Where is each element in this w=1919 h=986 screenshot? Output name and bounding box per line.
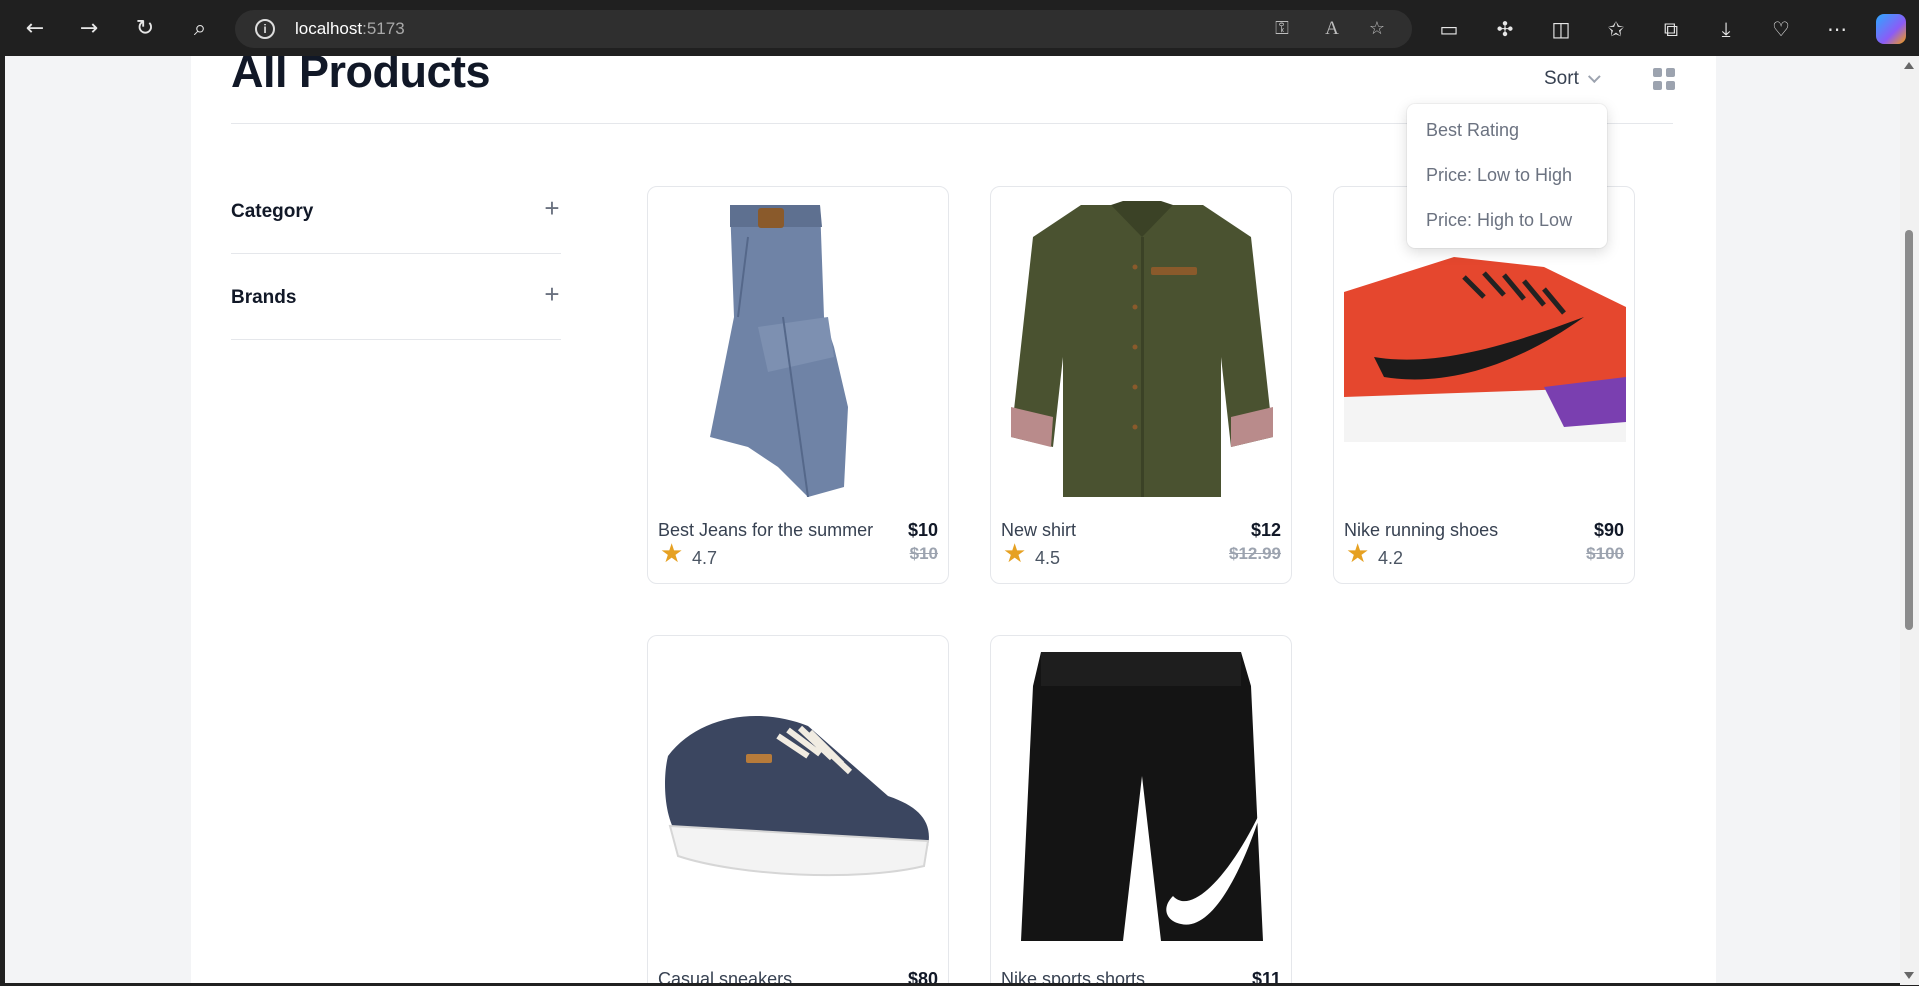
site-info-icon[interactable]: i [255,19,275,39]
scroll-up-icon[interactable] [1904,62,1914,69]
filter-brands[interactable]: Brands + [231,254,561,340]
filter-label: Category [231,201,314,222]
browser-essentials-icon[interactable]: ♡ [1766,14,1796,44]
product-price: $12 [1250,520,1281,540]
back-icon[interactable]: ← [18,12,52,46]
favorite-star-icon[interactable]: ☆ [1365,17,1389,41]
plus-icon[interactable]: + [543,195,561,221]
jeans-image [710,205,848,497]
screen-cast-icon[interactable]: ▭ [1434,14,1464,44]
url-port: :5173 [362,19,405,38]
sort-option-best-rating[interactable]: Best Rating [1426,120,1519,141]
collections-icon[interactable]: ⧉ [1656,14,1686,44]
url-text[interactable]: localhost:5173 [295,19,405,39]
forward-icon[interactable]: → [72,12,106,46]
browser-toolbar: ← → ↻ ⌕ i localhost:5173 ⚿ A ☆ ▭ ✣ ◫ ✩ ⧉… [0,0,1919,58]
chevron-down-icon [1587,70,1601,84]
favorites-icon[interactable]: ✩ [1601,14,1631,44]
products-page: All Products Sort Category + Brands + Be… [191,56,1716,985]
url-host: localhost [295,19,363,38]
key-icon[interactable]: ⚿ [1270,17,1294,41]
shorts-image [1021,652,1263,941]
product-price: $10 [907,520,938,540]
shirt-image [1011,201,1273,497]
sort-option-price-low-high[interactable]: Price: Low to High [1426,165,1572,186]
product-card[interactable]: Nike sports shorts $11 [990,635,1292,985]
split-screen-icon[interactable]: ◫ [1546,14,1576,44]
read-aloud-icon[interactable]: A [1320,17,1344,41]
scroll-down-icon[interactable] [1904,972,1914,979]
star-icon: ★ [1003,539,1027,569]
product-name[interactable]: Nike running shoes [1344,520,1498,541]
product-rating: 4.5 [1035,548,1061,568]
sort-option-price-high-low[interactable]: Price: High to Low [1426,210,1572,231]
product-old-price: $12.99 [1229,544,1281,563]
product-old-price: $100 [1586,544,1624,563]
vertical-scrollbar[interactable] [1900,56,1919,985]
product-old-price: $10 [909,544,938,563]
extensions-icon[interactable]: ✣ [1490,14,1520,44]
sneaker-image [665,716,930,877]
page-title: All Products [231,56,491,97]
product-card[interactable]: New shirt $12 $12.99 ★ 4.5 [990,186,1292,584]
search-icon[interactable]: ⌕ [183,12,217,46]
window-frame [0,56,5,986]
sort-label: Sort [1544,68,1579,89]
star-icon: ★ [660,539,684,569]
product-rating: 4.2 [1378,548,1404,568]
downloads-icon[interactable]: ⤓ [1711,14,1741,44]
page-viewport: All Products Sort Category + Brands + Be… [5,56,1901,985]
sort-dropdown-menu: Best Rating Price: Low to High Price: Hi… [1407,104,1607,248]
product-card[interactable]: Casual sneakers $80 [647,635,949,985]
filter-label: Brands [231,287,297,308]
product-price: $90 [1593,520,1624,540]
reload-icon[interactable]: ↻ [128,12,162,46]
plus-icon[interactable]: + [543,281,561,307]
address-bar[interactable]: i localhost:5173 ⚿ A ☆ [235,10,1412,48]
star-icon: ★ [1346,539,1370,569]
product-rating: 4.7 [692,548,718,568]
more-options-icon[interactable]: ⋯ [1822,14,1852,44]
filter-category[interactable]: Category + [231,168,561,254]
grid-view-icon[interactable] [1653,68,1675,90]
product-name[interactable]: New shirt [1001,520,1076,541]
sort-button[interactable]: Sort [1544,68,1601,90]
scrollbar-thumb[interactable] [1905,230,1913,630]
copilot-icon[interactable] [1876,14,1906,44]
product-name[interactable]: Best Jeans for the summer [658,520,873,541]
product-card[interactable]: Best Jeans for the summer $10 $10 ★ 4.7 [647,186,949,584]
